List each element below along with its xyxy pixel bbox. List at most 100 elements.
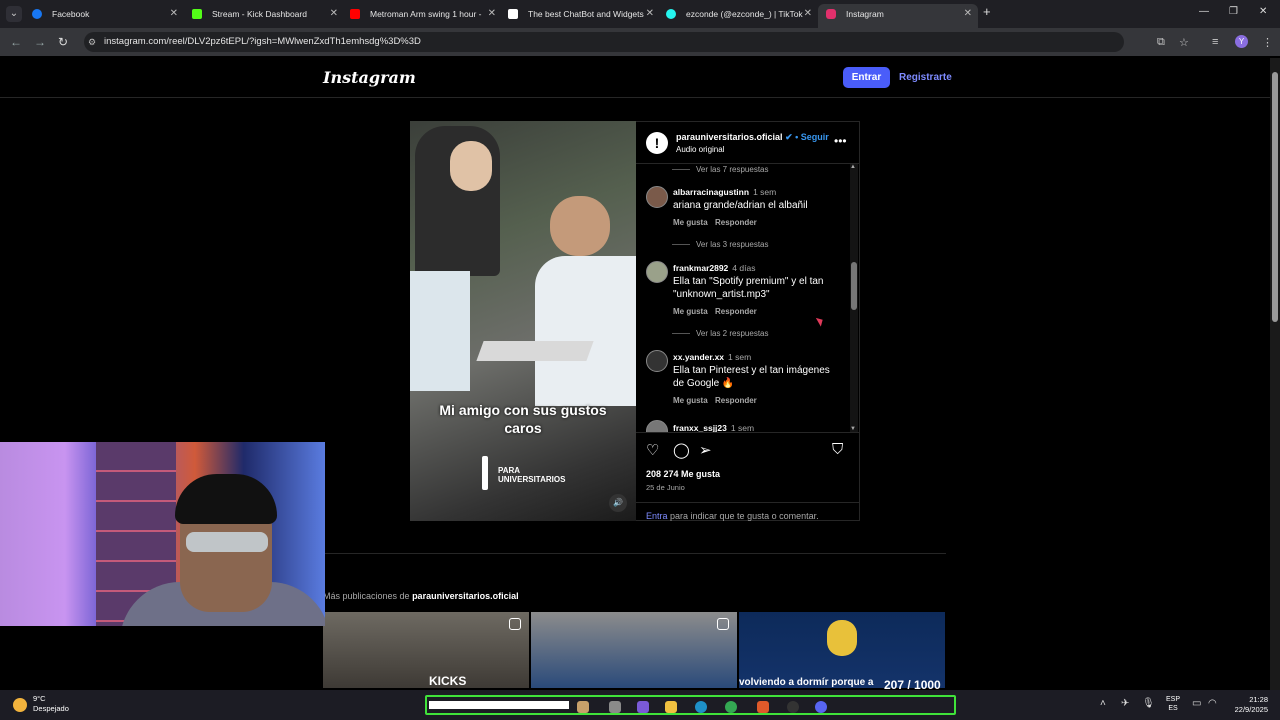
view-replies-link[interactable]: Ver las 2 respuestas [696,329,768,338]
post-header: ! parauniversitarios.oficial ✔ • Seguir … [636,122,860,164]
microphone-icon[interactable]: 🎙 [1142,698,1155,709]
comments-scroll-thumb[interactable] [851,262,857,310]
bookmark-star-icon[interactable]: ☆ [1179,36,1189,49]
login-prompt: Entra para indicar que te gusta o coment… [636,502,860,529]
url-field[interactable]: ⚙ instagram.com/reel/DLV2pz6tEPL/?igsh=M… [84,32,1124,52]
reload-icon[interactable]: ↻ [58,35,68,49]
tab-search-dropdown-icon[interactable]: ⌄ [6,6,22,22]
reply-comment-button[interactable]: Responder [715,307,757,316]
maximize-icon[interactable]: ❐ [1229,6,1238,17]
tray-chevron-icon[interactable]: ˄ [1100,698,1106,709]
chrome-icon[interactable] [725,701,737,713]
language-indicator[interactable]: ESP ES [1166,695,1180,713]
sound-toggle-icon[interactable]: 🔊 [609,494,627,512]
audio-label[interactable]: Audio original [676,145,724,154]
close-tab-icon[interactable]: ✕ [330,4,338,24]
tab-tiktok[interactable]: ezconde (@ezconde_) | TikTok ✕ [658,4,818,28]
close-tab-icon[interactable]: ✕ [804,4,812,24]
avatar[interactable] [646,350,668,372]
obs-icon[interactable] [787,701,799,713]
post-thumbnail[interactable] [531,612,737,688]
share-send-icon[interactable]: ➢ [699,441,712,459]
display-icon[interactable]: ▭ [1192,698,1201,709]
forward-icon[interactable]: → [34,35,46,49]
task-view-icon[interactable] [609,701,621,713]
profile-avatar[interactable]: Y [1235,35,1248,48]
login-button[interactable]: Entrar [843,67,890,88]
view-replies-link[interactable]: Ver las 3 respuestas [696,240,768,249]
author-username[interactable]: parauniversitarios.oficial [676,132,783,142]
close-window-icon[interactable]: ✕ [1259,6,1267,17]
follow-button[interactable]: • Seguir [795,132,829,142]
tab-title: The best ChatBot and Widgets [528,9,644,19]
view-replies-link[interactable]: Ver las 7 respuestas [696,165,768,174]
browser-menu-icon[interactable]: ⋮ [1262,36,1273,49]
more-options-icon[interactable]: ••• [834,134,847,148]
signup-link[interactable]: Registrarte [899,67,952,88]
weather-moon-icon[interactable] [13,698,27,712]
minimize-icon[interactable]: — [1199,6,1209,17]
comment-username[interactable]: albarracinagustinn 1 sem [673,187,776,197]
instagram-logo[interactable]: Instagram [323,68,416,87]
tab-facebook[interactable]: Facebook ✕ [24,4,184,28]
more-posts-heading: Más publicaciones de parauniversitarios.… [323,591,519,601]
page-scrollbar[interactable] [1270,58,1280,690]
like-heart-icon[interactable]: ♡ [646,441,659,459]
site-info-icon[interactable]: ⚙ [88,32,96,52]
like-comment-button[interactable]: Me gusta [673,396,708,405]
file-explorer-icon[interactable] [665,701,677,713]
comment-username[interactable]: xx.yander.xx 1 sem [673,352,751,362]
close-tab-icon[interactable]: ✕ [170,4,178,24]
tab-title: ezconde (@ezconde_) | TikTok [686,9,803,19]
tab-instagram[interactable]: Instagram ✕ [818,4,978,28]
save-bookmark-icon[interactable]: ⛉ [832,441,843,458]
weather-widget[interactable]: 9°C Despejado [33,694,69,714]
post-thumbnail[interactable]: KICKS [323,612,529,688]
avatar[interactable] [646,420,668,432]
more-posts-user-link[interactable]: parauniversitarios.oficial [412,591,519,601]
system-clock[interactable]: 21:28 22/9/2025 [1228,695,1268,715]
tab-title: Stream - Kick Dashboard [212,9,307,19]
close-tab-icon[interactable]: ✕ [646,4,654,24]
webcam-person-hair [175,474,277,524]
like-comment-button[interactable]: Me gusta [673,218,708,227]
likes-count[interactable]: 208 274 Me gusta [646,469,720,479]
tab-chatbot[interactable]: The best ChatBot and Widgets ✕ [500,4,660,28]
taskbar-progress-bar [429,701,569,709]
section-divider [323,553,946,554]
post-thumbnail[interactable]: volviendo a dormír porque a [739,612,945,688]
app-icon[interactable] [637,701,649,713]
comment-username[interactable]: frankmar2892 4 días [673,263,755,273]
reply-comment-button[interactable]: Responder [715,218,757,227]
avatar[interactable] [646,186,668,208]
comments-scrollbar[interactable]: ▲ ▼ [850,164,858,432]
tiktok-icon [666,9,676,19]
back-icon[interactable]: ← [10,35,22,49]
reply-comment-button[interactable]: Responder [715,396,757,405]
login-prompt-link[interactable]: Entra [646,511,668,521]
reel-icon [717,618,729,630]
author-avatar[interactable]: ! [646,132,668,154]
tab-kick[interactable]: Stream - Kick Dashboard ✕ [184,4,344,28]
comment-bubble-icon[interactable]: ◯ [673,441,690,459]
post-date: 25 de Junio [646,483,685,492]
avatar[interactable] [646,261,668,283]
reading-list-icon[interactable]: ≡ [1212,36,1218,48]
brand-logo-mark [482,456,488,490]
install-app-icon[interactable]: ⧉ [1157,36,1165,49]
edge-icon[interactable] [695,701,707,713]
network-off-icon[interactable]: ✈ [1121,698,1129,709]
thumbnail-caption: KICKS [429,674,467,688]
new-tab-icon[interactable]: + [983,4,991,19]
close-tab-icon[interactable]: ✕ [964,4,972,24]
comment-username[interactable]: franxx_ssjj23 1 sem [673,423,754,432]
page-scroll-thumb[interactable] [1272,72,1278,322]
discord-icon[interactable] [815,701,827,713]
like-comment-button[interactable]: Me gusta [673,307,708,316]
app-icon[interactable] [577,701,589,713]
scroll-up-arrow-icon[interactable]: ▲ [850,164,856,170]
reel-video[interactable]: Mi amigo con sus gustos caros PARA UNIVE… [410,121,636,521]
close-tab-icon[interactable]: ✕ [488,4,496,24]
tab-youtube[interactable]: Metroman Arm swing 1 hour - ✕ [342,4,502,28]
brave-icon[interactable] [757,701,769,713]
